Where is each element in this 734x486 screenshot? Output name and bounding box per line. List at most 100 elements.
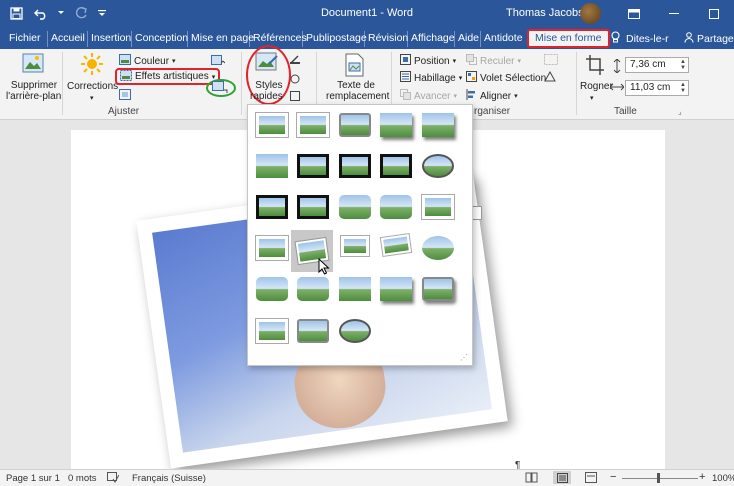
remove-background-icon[interactable] xyxy=(22,53,44,78)
proofing-icon[interactable] xyxy=(107,472,120,486)
volet-selection-button[interactable]: Volet Sélection xyxy=(466,71,546,85)
picture-layout-icon[interactable] xyxy=(290,91,300,104)
style-thumb-23[interactable] xyxy=(339,277,371,301)
reculer-button[interactable]: Reculer ▾ xyxy=(466,54,521,68)
change-picture-icon[interactable] xyxy=(212,81,228,97)
height-value: 7,36 cm xyxy=(630,59,666,70)
group-objects-icon[interactable] xyxy=(544,54,558,68)
quick-styles-icon[interactable] xyxy=(255,52,279,77)
alt-text-button[interactable]: Texte de remplacement xyxy=(326,80,389,102)
tab-publipostage[interactable]: Publipostage xyxy=(302,31,370,47)
style-thumb-25[interactable] xyxy=(422,277,454,301)
style-thumb-15[interactable] xyxy=(421,194,455,220)
page-count[interactable]: Page 1 sur 1 xyxy=(6,473,60,484)
corrections-button[interactable]: Corrections xyxy=(67,81,118,92)
picture-effects-icon[interactable] xyxy=(290,74,300,87)
web-layout-icon[interactable] xyxy=(585,472,597,486)
style-thumb-9[interactable] xyxy=(380,154,412,178)
artistic-effects-icon xyxy=(120,69,132,84)
style-thumb-6[interactable] xyxy=(256,154,288,178)
zoom-in-icon[interactable]: + xyxy=(699,471,705,483)
tab-insertion[interactable]: Insertion xyxy=(87,31,134,47)
style-thumb-22[interactable] xyxy=(297,277,329,301)
style-thumb-28[interactable] xyxy=(339,319,371,343)
aligner-label: Aligner xyxy=(480,90,512,102)
style-thumb-10[interactable] xyxy=(422,154,454,178)
style-thumb-13[interactable] xyxy=(339,195,371,219)
picture-border-icon[interactable] xyxy=(290,54,300,67)
style-thumb-2[interactable] xyxy=(296,112,330,138)
zoom-out-icon[interactable]: − xyxy=(610,471,616,483)
rogner-button[interactable]: Rogner xyxy=(580,81,613,92)
ribbon-display-options-icon[interactable] xyxy=(614,0,654,27)
language[interactable]: Français (Suisse) xyxy=(132,473,206,484)
zoom-level[interactable]: 100% xyxy=(712,473,734,484)
avancer-button[interactable]: Avancer ▾ xyxy=(400,89,457,103)
height-input[interactable]: 7,36 cm ▲ ▼ xyxy=(625,57,689,73)
habillage-button[interactable]: Habillage ▾ xyxy=(400,71,462,85)
avatar[interactable] xyxy=(580,3,601,24)
print-layout-icon[interactable] xyxy=(553,471,571,484)
rogner-dropdown-icon[interactable]: ▾ xyxy=(590,94,594,102)
style-thumb-5[interactable] xyxy=(422,113,454,137)
tell-me-search[interactable]: Dites-le-r xyxy=(608,31,672,47)
style-thumb-18[interactable] xyxy=(340,235,370,257)
rotate-icon[interactable] xyxy=(544,70,558,85)
couleur-button[interactable]: Couleur ▾ xyxy=(119,54,176,68)
minimize-icon[interactable] xyxy=(654,0,694,27)
style-thumb-20[interactable] xyxy=(422,236,454,260)
tab-fichier[interactable]: Fichier xyxy=(6,31,44,47)
tab-accueil[interactable]: Accueil xyxy=(47,31,88,47)
compress-pictures-icon[interactable] xyxy=(211,55,226,70)
effets-artistiques-button[interactable]: Effets artistiques ▾ xyxy=(115,68,221,85)
style-thumb-11[interactable] xyxy=(256,195,288,219)
person-icon xyxy=(684,31,694,47)
width-spinner-icon[interactable]: ▲ ▼ xyxy=(680,82,686,94)
style-thumb-19[interactable] xyxy=(379,232,413,258)
tab-antidote[interactable]: Antidote xyxy=(480,31,526,47)
sun-icon[interactable] xyxy=(80,52,104,79)
alt-text-icon[interactable] xyxy=(343,53,365,80)
tab-conception[interactable]: Conception xyxy=(131,31,191,47)
tab-aide[interactable]: Aide xyxy=(454,31,482,47)
style-thumb-12[interactable] xyxy=(297,195,329,219)
style-thumb-27[interactable] xyxy=(297,319,329,343)
share-button[interactable]: Partager xyxy=(681,31,734,47)
tell-me-label: Dites-le-r xyxy=(626,33,669,45)
style-thumb-21[interactable] xyxy=(256,277,288,301)
bring-forward-icon xyxy=(400,89,411,103)
read-mode-icon[interactable] xyxy=(525,472,538,486)
style-thumb-8[interactable] xyxy=(339,154,371,178)
size-dialog-launcher-icon[interactable]: ⌟ xyxy=(678,107,682,116)
remove-background-button[interactable]: Supprimer l'arrière-plan xyxy=(6,80,61,102)
style-thumb-26[interactable] xyxy=(255,318,289,344)
tab-mise-en-forme[interactable]: Mise en forme xyxy=(527,29,610,48)
style-thumb-3[interactable] xyxy=(339,113,371,137)
style-thumb-7[interactable] xyxy=(297,154,329,178)
zoom-slider-thumb[interactable] xyxy=(657,473,660,483)
word-count[interactable]: 0 mots xyxy=(68,473,97,484)
style-thumb-1[interactable] xyxy=(255,112,289,138)
position-button[interactable]: Position ▾ xyxy=(400,54,456,68)
maximize-icon[interactable] xyxy=(694,0,734,27)
selection-pane-icon xyxy=(466,71,477,85)
zoom-slider[interactable] xyxy=(622,478,698,479)
tab-references[interactable]: Références xyxy=(249,31,310,47)
width-input[interactable]: 11,03 cm ▲ ▼ xyxy=(625,80,689,96)
tab-affichage[interactable]: Affichage xyxy=(407,31,458,47)
corrections-dropdown-icon[interactable]: ▾ xyxy=(90,94,94,102)
style-thumb-16[interactable] xyxy=(255,235,289,261)
style-thumb-14[interactable] xyxy=(380,195,412,219)
tab-mise-en-page[interactable]: Mise en page xyxy=(187,31,257,47)
style-thumb-24[interactable] xyxy=(380,277,412,301)
resize-grip-icon[interactable]: ⋰ xyxy=(460,353,468,362)
styles-label-2: rapides xyxy=(250,91,283,102)
transparency-icon[interactable] xyxy=(119,89,131,103)
ajuster-group-label: Ajuster xyxy=(108,106,140,117)
style-thumb-4[interactable] xyxy=(380,113,412,137)
tab-revision[interactable]: Révision xyxy=(364,31,411,47)
aligner-button[interactable]: Aligner ▾ xyxy=(466,89,518,103)
styles-rapides-button[interactable]: Styles rapides xyxy=(250,80,283,102)
height-spinner-icon[interactable]: ▲ ▼ xyxy=(680,59,686,71)
crop-icon[interactable] xyxy=(585,54,605,79)
